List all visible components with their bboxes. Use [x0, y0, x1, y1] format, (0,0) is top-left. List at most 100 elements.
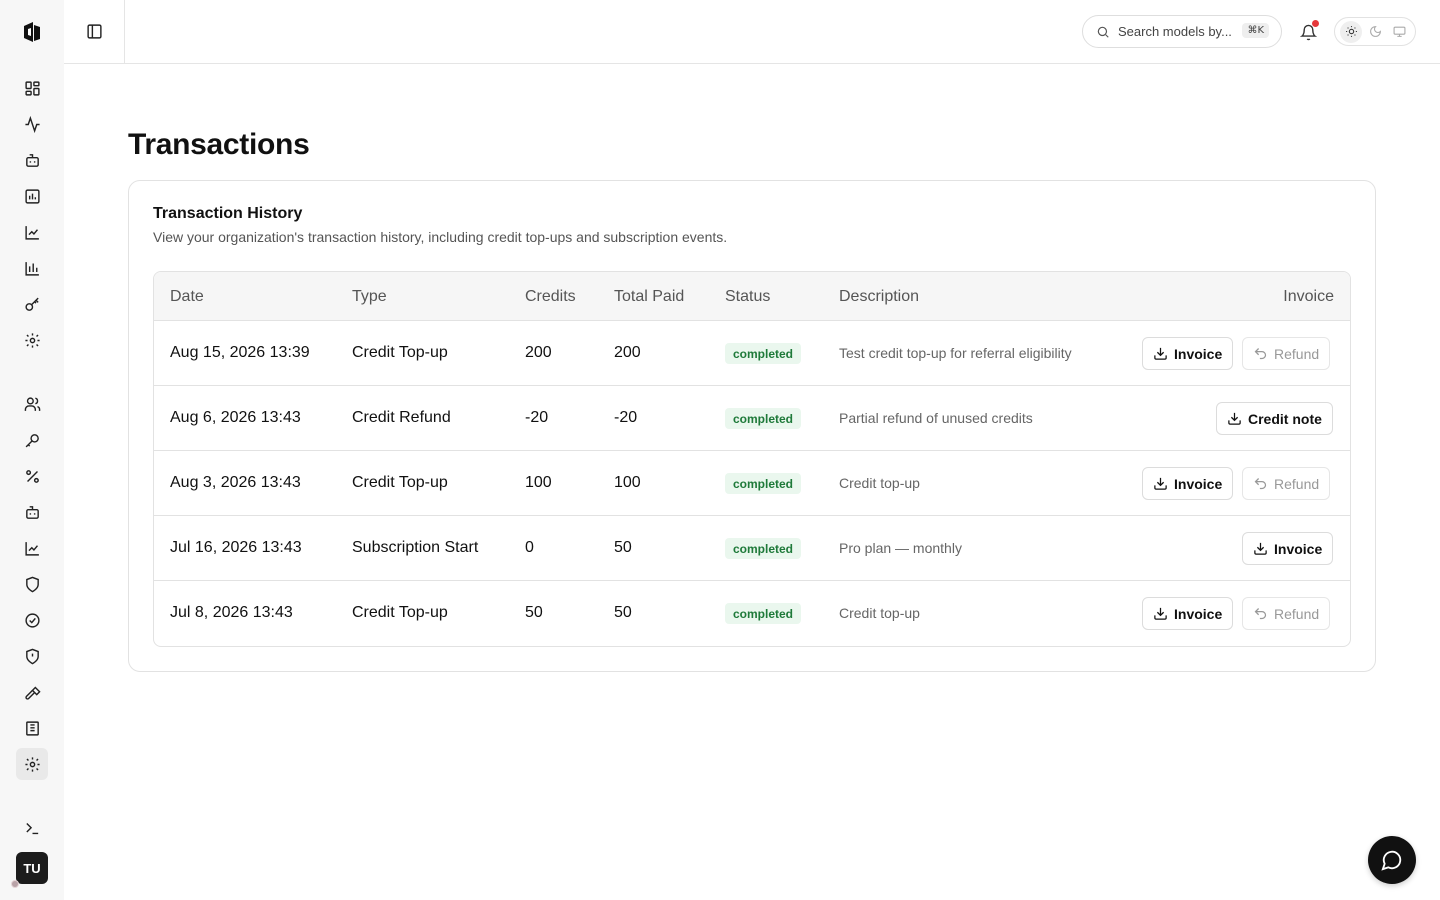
refund-button[interactable]: Refund	[1242, 467, 1331, 500]
invoice-label: Invoice	[1174, 475, 1223, 492]
invoice-button[interactable]: Invoice	[1142, 467, 1234, 500]
download-icon	[1254, 542, 1267, 555]
light-theme-button[interactable]	[1340, 20, 1362, 43]
table-row: Aug 3, 2026 13:43 Credit Top-up 100 100 …	[154, 451, 1350, 516]
column-invoice: Invoice	[1283, 288, 1334, 305]
cell-credits: 200	[525, 344, 552, 361]
card-description: View your organization's transaction his…	[153, 229, 728, 245]
cell-total-paid: 100	[614, 474, 641, 491]
download-icon	[1154, 607, 1167, 620]
page-title: Transactions	[128, 128, 310, 161]
search-input[interactable]: Search models by... ⌘K	[1082, 15, 1282, 48]
cell-type: Credit Top-up	[352, 344, 448, 361]
download-icon	[1228, 412, 1241, 425]
top-header: Search models by... ⌘K	[64, 0, 1440, 64]
column-type: Type	[352, 288, 387, 305]
invoice-button[interactable]: Invoice	[1242, 532, 1334, 565]
badge-check-icon[interactable]	[16, 604, 48, 636]
trend-icon[interactable]	[16, 532, 48, 564]
cell-date: Jul 16, 2026 13:43	[170, 539, 302, 556]
cell-date: Aug 3, 2026 13:43	[170, 474, 301, 491]
cell-date: Aug 6, 2026 13:43	[170, 409, 301, 426]
refund-label: Refund	[1274, 475, 1320, 492]
undo-icon	[1254, 608, 1267, 620]
refund-label: Refund	[1274, 345, 1320, 362]
presence-dot	[11, 880, 19, 888]
undo-icon	[1254, 348, 1267, 360]
terminal-icon[interactable]	[16, 812, 48, 844]
cell-type: Credit Top-up	[352, 604, 448, 621]
bot-icon[interactable]	[16, 144, 48, 176]
logo-icon[interactable]	[16, 16, 48, 48]
status-badge: completed	[725, 473, 802, 494]
moon-icon	[1369, 26, 1381, 37]
key-round-icon[interactable]	[16, 424, 48, 456]
invoice-button[interactable]: Invoice	[1142, 337, 1234, 370]
column-description: Description	[839, 288, 920, 305]
percent-icon[interactable]	[16, 460, 48, 492]
cell-description: Credit top-up	[839, 605, 920, 621]
cell-description: Partial refund of unused credits	[839, 410, 1033, 426]
cell-type: Credit Refund	[352, 409, 451, 426]
column-total-paid: Total Paid	[614, 288, 685, 305]
cell-total-paid: 50	[614, 604, 632, 621]
invoice-label: Invoice	[1174, 605, 1223, 622]
cell-total-paid: 200	[614, 344, 641, 361]
credit-note-button[interactable]: Credit note	[1216, 402, 1333, 435]
transaction-history-card: Transaction History View your organizati…	[128, 180, 1376, 672]
bar-chart-icon[interactable]	[16, 180, 48, 212]
undo-icon	[1254, 478, 1267, 490]
avatar[interactable]: TU	[16, 852, 48, 884]
message-circle-icon	[1381, 850, 1402, 871]
table-header: Date Type Credits Total Paid Status Desc…	[154, 272, 1350, 321]
card-title: Transaction History	[153, 205, 303, 222]
cell-description: Credit top-up	[839, 475, 920, 491]
search-icon	[1097, 26, 1109, 38]
cell-total-paid: 50	[614, 539, 632, 556]
cell-description: Pro plan — monthly	[839, 540, 962, 556]
activity-icon[interactable]	[16, 108, 48, 140]
hammer-icon[interactable]	[16, 676, 48, 708]
bar-chart-alt-icon[interactable]	[16, 252, 48, 284]
table-row: Jul 8, 2026 13:43 Credit Top-up 50 50 co…	[154, 581, 1350, 646]
cell-type: Credit Top-up	[352, 474, 448, 491]
sidebar-toggle-button[interactable]	[64, 0, 125, 63]
status-badge: completed	[725, 408, 802, 429]
cell-total-paid: -20	[614, 409, 638, 426]
building-icon[interactable]	[16, 712, 48, 744]
panel-left-icon	[86, 24, 102, 39]
system-theme-button[interactable]	[1388, 21, 1410, 43]
chat-button[interactable]	[1368, 836, 1416, 884]
theme-switch	[1334, 17, 1416, 46]
cell-date: Jul 8, 2026 13:43	[170, 604, 293, 621]
table-row: Jul 16, 2026 13:43 Subscription Start 0 …	[154, 516, 1350, 581]
cell-credits: 50	[525, 604, 543, 621]
invoice-label: Invoice	[1174, 345, 1223, 362]
cell-date: Aug 15, 2026 13:39	[170, 344, 310, 361]
line-chart-icon[interactable]	[16, 216, 48, 248]
refund-button[interactable]: Refund	[1242, 337, 1331, 370]
cell-description: Test credit top-up for referral eligibil…	[839, 345, 1072, 361]
status-badge: completed	[725, 538, 802, 559]
table-row: Aug 6, 2026 13:43 Credit Refund -20 -20 …	[154, 386, 1350, 451]
dark-theme-button[interactable]	[1364, 21, 1386, 43]
dashboard-icon[interactable]	[16, 72, 48, 104]
invoice-label: Invoice	[1274, 540, 1323, 557]
users-icon[interactable]	[16, 388, 48, 420]
credit-note-label: Credit note	[1248, 410, 1322, 427]
refund-label: Refund	[1274, 605, 1320, 622]
notifications-button[interactable]	[1296, 20, 1320, 44]
settings-icon[interactable]	[16, 324, 48, 356]
invoice-button[interactable]: Invoice	[1142, 597, 1234, 630]
key-icon[interactable]	[16, 288, 48, 320]
refund-button[interactable]: Refund	[1242, 597, 1331, 630]
sidebar: TU	[0, 0, 64, 900]
shield-alert-icon[interactable]	[16, 640, 48, 672]
cell-credits: -20	[525, 409, 549, 426]
status-badge: completed	[725, 603, 802, 624]
table-row: Aug 15, 2026 13:39 Credit Top-up 200 200…	[154, 321, 1350, 386]
shield-icon[interactable]	[16, 568, 48, 600]
settings-active-icon[interactable]	[16, 748, 48, 780]
bot-alt-icon[interactable]	[16, 496, 48, 528]
column-date: Date	[170, 288, 204, 305]
